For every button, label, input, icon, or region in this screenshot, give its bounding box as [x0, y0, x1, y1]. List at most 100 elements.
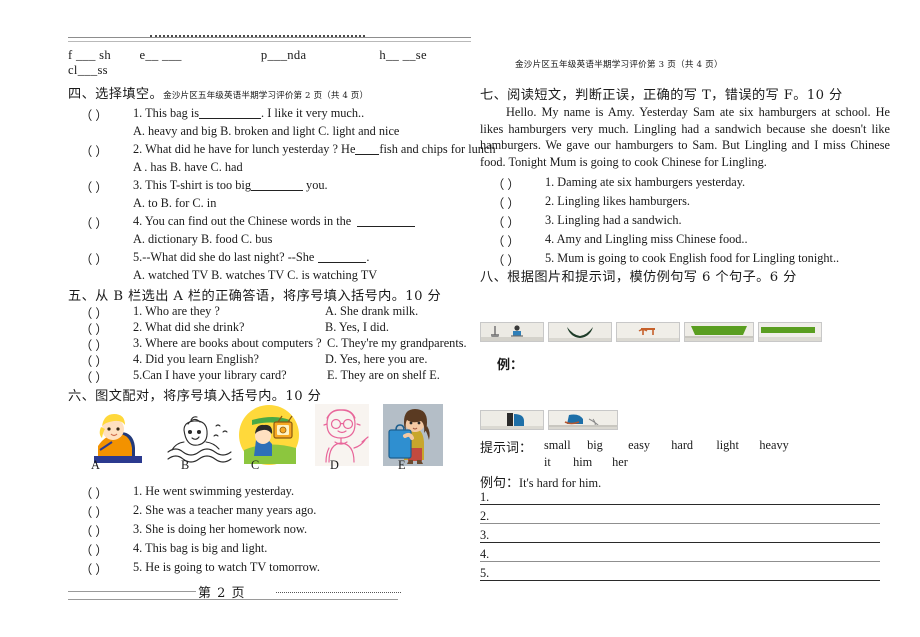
picture-girl-with-big-suitcase [383, 404, 443, 466]
answer-line-5[interactable]: 5. [480, 566, 880, 584]
section5-row4-left: 4. Did you learn English? [133, 352, 260, 366]
section6-row3-text: 3. She is doing her homework now. [133, 522, 308, 536]
section4-q1-stem-a: 1. This bag is [133, 106, 200, 120]
answer-number-5: 5. [480, 566, 490, 580]
section6-row5-paren[interactable]: （ ） [80, 560, 108, 578]
section5-row3-right[interactable]: C. They're my grandparents. [327, 336, 467, 351]
word-blank-0: f ___ sh [68, 48, 111, 62]
word-blank-4: cl___ss [68, 63, 108, 77]
section4-q3-options[interactable]: A. to B. for C. in [133, 196, 216, 211]
section4-q3-blank [250, 190, 303, 191]
answer-rule-1 [480, 504, 880, 505]
section5-row5-right[interactable]: E. They are on shelf E. [327, 368, 440, 383]
photo-strip-green-bar [758, 322, 822, 342]
section8-heading: 八、根据图片和提示词，模仿例句写 6 个句子。6 分 [480, 270, 797, 285]
section6-row2-paren[interactable]: （ ） [80, 503, 108, 521]
hint-word-easy: easy [628, 438, 651, 452]
section6-row4-text: 4. This bag is big and light. [133, 541, 268, 555]
exam-paper-page: f ___ sh e__ ___ p___nda h__ __se cl___s… [0, 0, 920, 637]
section4-q3-stem: 3. This T-shirt is too big you. [133, 178, 328, 193]
picture-label-a: A [91, 458, 100, 472]
section7-row4-text: 4. Amy and Lingling miss Chinese food.. [545, 232, 748, 246]
picture-teacher-pink-sketch [315, 404, 369, 466]
section5-row5-left: 5.Can I have your library card? [133, 368, 287, 382]
hint-word-big: big [587, 438, 603, 452]
answer-number-2: 2. [480, 509, 490, 523]
footer-page-number: 第 2 页 [198, 586, 246, 601]
hint-word-small: small [544, 438, 571, 452]
hint-word-hard: hard [671, 438, 694, 452]
picture-boy-swimming-sketch [166, 410, 238, 466]
section6-row3-paren[interactable]: （ ） [80, 522, 108, 540]
picture-label-d: D [330, 458, 339, 472]
section4-q2-paren[interactable]: （ ） [80, 142, 108, 160]
section5-row5-paren[interactable]: （ ） [80, 368, 108, 386]
word-blank-2: p___nda [260, 48, 307, 62]
answer-line-3[interactable]: 3. [480, 528, 880, 546]
section4-q2-stem: 2. What did he have for lunch yesterday … [133, 142, 496, 157]
section7-passage: Hello. My name is Amy. Yesterday Sam ate… [480, 104, 890, 170]
hint-word-him: him [573, 455, 593, 469]
section4-q1-stem-b: . I like it very much.. [261, 106, 365, 120]
section8-example-label: 例： [497, 358, 524, 373]
section5-row2-right[interactable]: B. Yes, I did. [325, 320, 389, 335]
section5-row1-right[interactable]: A. She drank milk. [325, 304, 418, 319]
section6-row5-text: 5. He is going to watch TV tomorrow. [133, 560, 320, 574]
section4-q1-stem: 1. This bag is . I like it very much.. [133, 106, 364, 121]
answer-rule-3 [480, 542, 880, 543]
section4-q2-stem-a: 2. What did he have for lunch yesterday … [133, 142, 356, 156]
section5-row2-left: 2. What did she drink? [133, 320, 245, 334]
hint-word-her: her [612, 455, 628, 469]
answer-number-3: 3. [480, 528, 490, 542]
answer-line-4[interactable]: 4. [480, 547, 880, 565]
section4-q2-blank [355, 154, 380, 155]
section7-row4-paren[interactable]: （ ） [492, 232, 520, 250]
section7-row3-paren[interactable]: （ ） [492, 213, 520, 231]
section4-q5-stem-b: . [366, 250, 370, 264]
section7-row2-text: 2. Lingling likes hamburgers. [545, 194, 690, 208]
section4-heading: 四、选择填空。金沙片区五年级英语半期学习评价第 2 页（共 4 页） [68, 83, 368, 102]
section7-row1-paren[interactable]: （ ） [492, 175, 520, 193]
answer-line-2[interactable]: 2. [480, 509, 880, 527]
section5-heading: 五、从 B 栏选出 A 栏的正确答语，将序号填入括号内。10 分 [68, 289, 442, 304]
hint-word-it: it [544, 455, 551, 469]
answer-rule-2 [480, 523, 880, 524]
word-blanks-row: f ___ sh e__ ___ p___nda h__ __se cl___s… [68, 48, 478, 78]
section4-q1-blank [199, 118, 262, 119]
section4-q3-paren[interactable]: （ ） [80, 178, 108, 196]
section4-q4-paren[interactable]: （ ） [80, 214, 108, 232]
photo-strip-green-board [684, 322, 754, 342]
section4-q3-stem-a: 3. This T-shirt is too big [133, 178, 251, 192]
section8-hint-words-row1: small big easy hard light heavy [544, 438, 789, 453]
section6-pictures: A B C D E [68, 398, 478, 472]
answer-rule-5 [480, 580, 880, 581]
answer-line-1[interactable]: 1. [480, 490, 880, 508]
header-note-right: 金沙片区五年级英语半期学习评价第 3 页（共 4 页） [515, 60, 723, 70]
answer-number-1: 1. [480, 490, 490, 504]
section4-q5-paren[interactable]: （ ） [80, 250, 108, 268]
section4-q2-options[interactable]: A . has B. have C. had [133, 160, 243, 175]
section4-q2-stem-b: fish and chips for lunch [379, 142, 496, 156]
section6-row1-paren[interactable]: （ ） [80, 484, 108, 502]
section6-row2-text: 2. She was a teacher many years ago. [133, 503, 317, 517]
example-sentence-text: It's hard for him. [519, 476, 602, 490]
section7-row2-paren[interactable]: （ ） [492, 194, 520, 212]
section6-row4-paren[interactable]: （ ） [80, 541, 108, 559]
picture-boy-watching-tv [238, 404, 304, 466]
photo-strip-blue-person [548, 410, 618, 430]
hint-word-light: light [716, 438, 739, 452]
section6-row1-text: 1. He went swimming yesterday. [133, 484, 295, 498]
section4-q1-options[interactable]: A. heavy and big B. broken and light C. … [133, 124, 399, 139]
section4-q4-stem: 4. You can find out the Chinese words in… [133, 214, 416, 229]
section5-row4-right[interactable]: D. Yes, here you are. [325, 352, 427, 367]
top-rule-dots [150, 35, 365, 39]
photo-strip-dark-shape [548, 322, 612, 342]
hint-word-heavy: heavy [759, 438, 789, 452]
word-blank-1: e__ ___ [139, 48, 182, 62]
section5-row3-left: 3. Where are books about computers ? [133, 336, 322, 350]
section4-q5-options[interactable]: A. watched TV B. watches TV C. is watchi… [133, 268, 377, 283]
section4-q1-paren[interactable]: （ ） [80, 106, 108, 124]
section4-heading-note: 金沙片区五年级英语半期学习评价第 2 页（共 4 页） [163, 91, 369, 101]
section7-row1-text: 1. Daming ate six hamburgers yesterday. [545, 175, 746, 189]
section4-q4-options[interactable]: A. dictionary B. food C. bus [133, 232, 272, 247]
